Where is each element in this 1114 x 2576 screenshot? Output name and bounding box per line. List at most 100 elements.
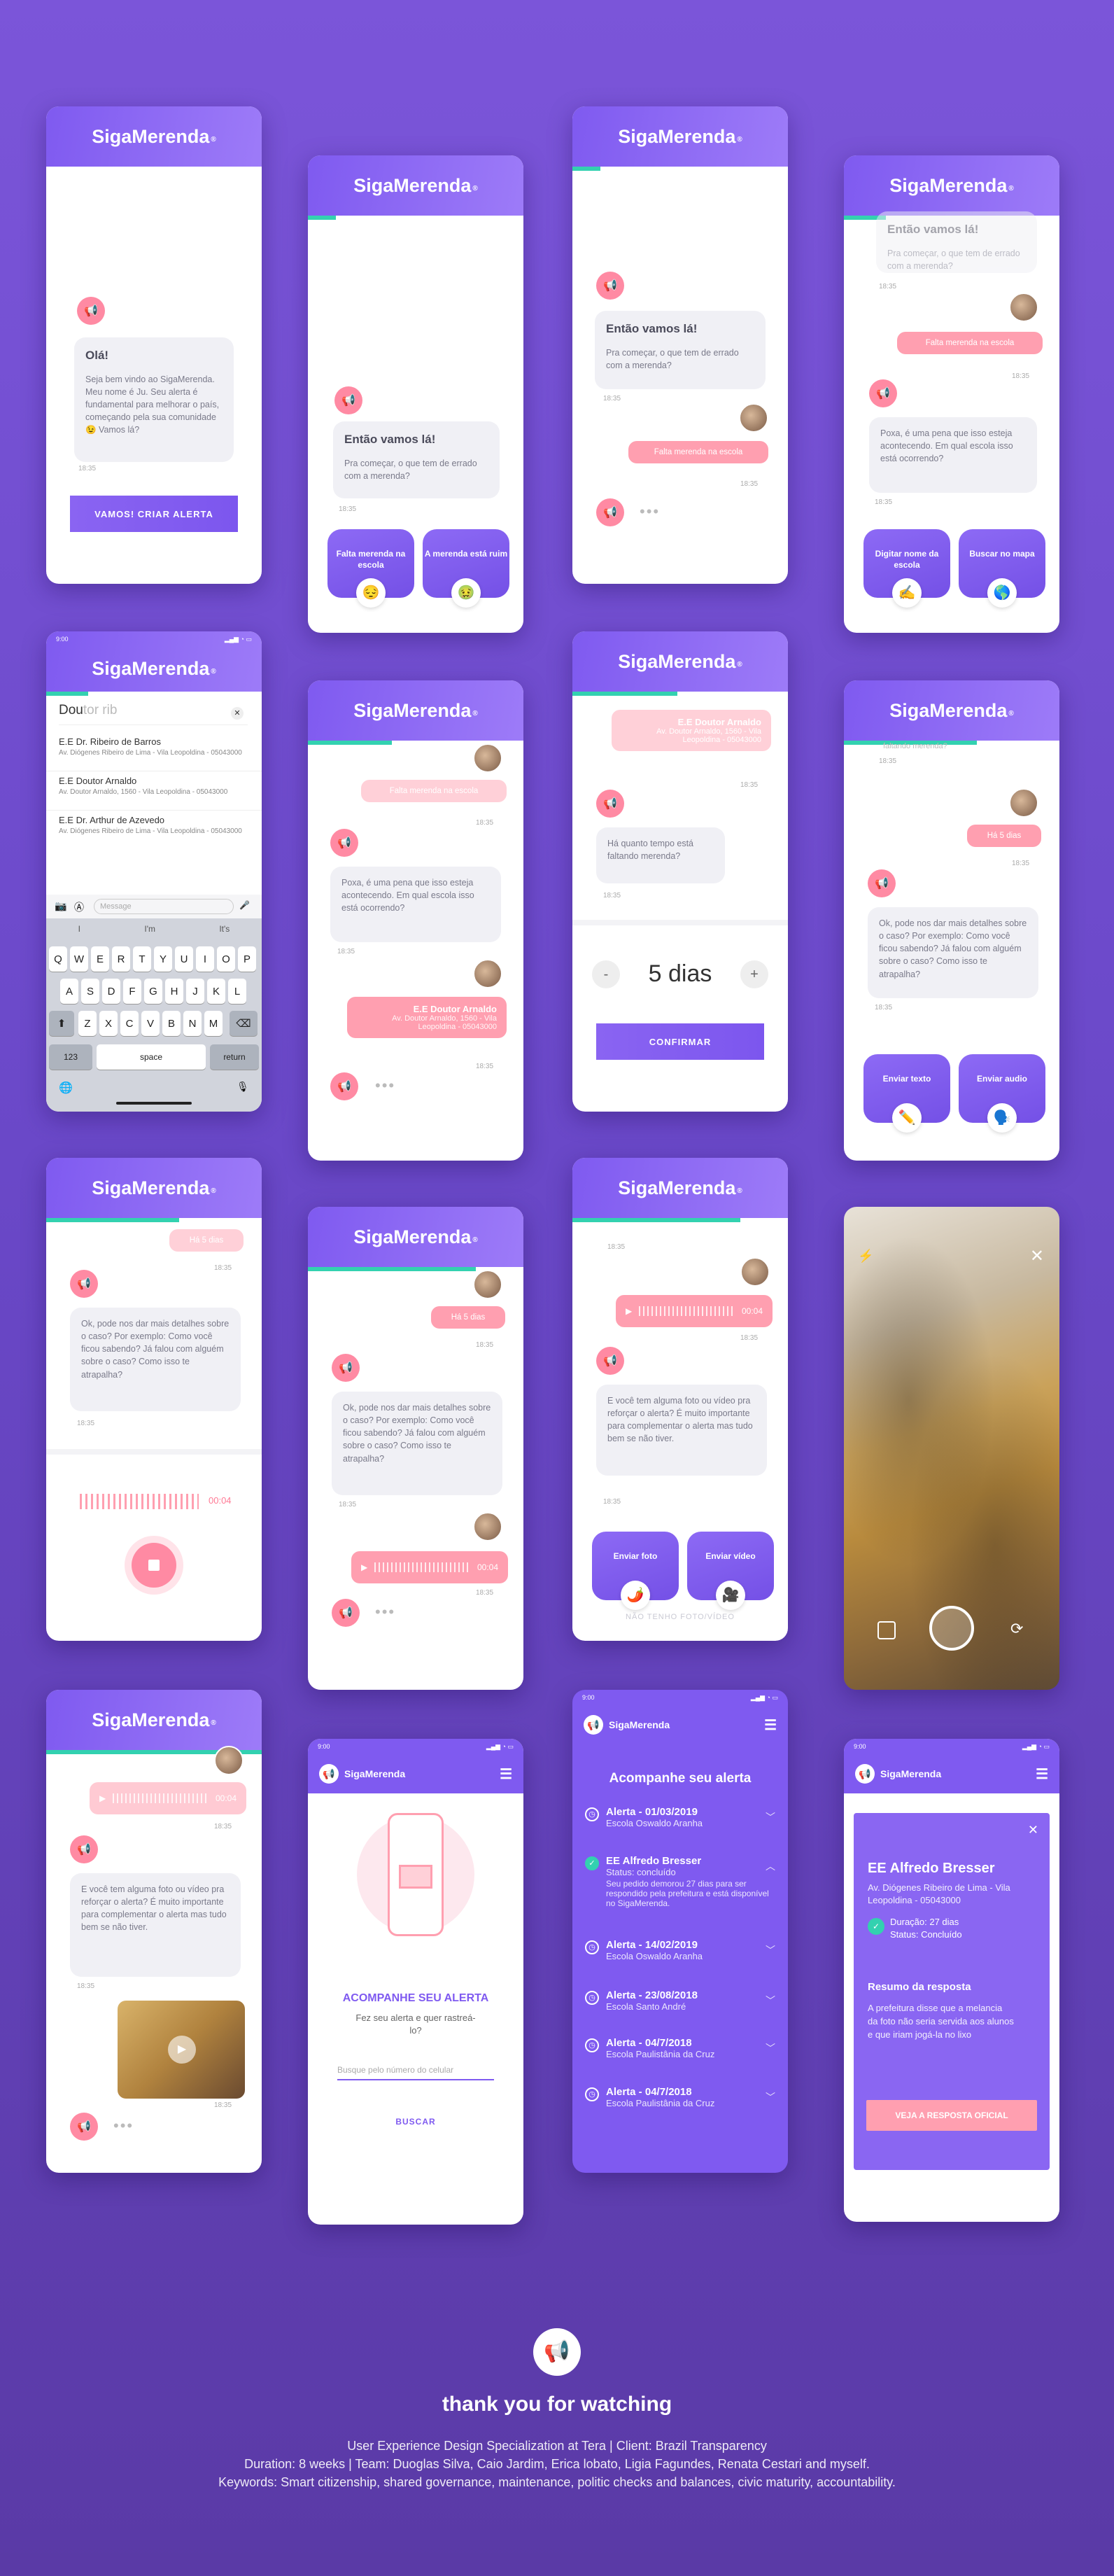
official-response-button[interactable]: VEJA A RESPOSTA OFICIAL bbox=[866, 2100, 1037, 2131]
result-item[interactable]: E.E Dr. Arthur de Azevedo Av. Diógenes Ri… bbox=[46, 811, 262, 850]
gallery-icon[interactable] bbox=[877, 1621, 896, 1639]
screen-reply-no-food: SigaMerenda ® 📢 Então vamos lá! Pra começa… bbox=[572, 106, 788, 584]
message-input[interactable]: Message bbox=[94, 899, 234, 914]
switch-camera-icon[interactable]: ⟳ bbox=[1010, 1620, 1023, 1638]
key-space[interactable]: space bbox=[97, 1044, 206, 1070]
close-icon[interactable]: ✕ bbox=[1028, 1823, 1038, 1837]
apps-icon[interactable]: Ⓐ bbox=[74, 900, 84, 914]
clear-icon[interactable]: ✕ bbox=[231, 707, 244, 720]
timestamp: 18:35 bbox=[214, 2101, 232, 2109]
key-g[interactable]: G bbox=[144, 979, 162, 1004]
audio-message[interactable]: ▶ 00:04 bbox=[90, 1782, 246, 1814]
create-alert-button[interactable]: VAMOS! CRIAR ALERTA bbox=[70, 496, 238, 532]
play-icon[interactable]: ▶ bbox=[99, 1793, 106, 1803]
key-l[interactable]: L bbox=[228, 979, 246, 1004]
key-d[interactable]: D bbox=[102, 979, 120, 1004]
decrease-button[interactable]: - bbox=[592, 960, 620, 988]
backspace-key-icon[interactable]: ⌫ bbox=[230, 1011, 258, 1036]
status-time: 9:00 bbox=[582, 1694, 595, 1701]
type-school-button[interactable]: Digitar nome da escola ✍️ bbox=[863, 529, 950, 608]
option-no-food-button[interactable]: Falta merenda na escola 😔 bbox=[327, 529, 414, 608]
key-s[interactable]: S bbox=[81, 979, 99, 1004]
key-o[interactable]: O bbox=[217, 946, 235, 972]
send-audio-button[interactable]: Enviar audio 🗣️ bbox=[959, 1054, 1045, 1133]
shift-key-icon[interactable]: ⬆ bbox=[49, 1011, 74, 1036]
globe-icon: 🌎 bbox=[987, 578, 1017, 608]
key-123[interactable]: 123 bbox=[49, 1044, 92, 1070]
chevron-down-icon[interactable]: ﹀ bbox=[766, 1943, 775, 1957]
search-button[interactable]: BUSCAR bbox=[308, 2117, 523, 2127]
key-h[interactable]: H bbox=[165, 979, 183, 1004]
key-return[interactable]: return bbox=[210, 1044, 259, 1070]
increase-button[interactable]: + bbox=[740, 960, 768, 988]
flash-icon[interactable]: ⚡ bbox=[858, 1249, 873, 1264]
bot-avatar-icon: 📢 bbox=[334, 386, 362, 414]
audio-message[interactable]: ▶ 00:04 bbox=[351, 1551, 508, 1583]
chevron-down-icon[interactable]: ﹀ bbox=[766, 2090, 775, 2104]
key-t[interactable]: T bbox=[133, 946, 151, 972]
key-e[interactable]: E bbox=[91, 946, 109, 972]
reply-bubble: Falta merenda na escola bbox=[361, 780, 507, 802]
shutter-button[interactable] bbox=[929, 1606, 974, 1651]
key-b[interactable]: B bbox=[162, 1011, 181, 1036]
alert-item[interactable]: ◷ Alerta - 01/03/2019 Escola Oswaldo Aranh… bbox=[585, 1806, 775, 1828]
alert-item[interactable]: ✓ EE Alfredo Bresser Status: concluído Seu … bbox=[585, 1855, 775, 1908]
audio-message[interactable]: ▶ 00:04 bbox=[616, 1295, 773, 1327]
alert-item[interactable]: ◷ Alerta - 04/7/2018 Escola Paulistânia da… bbox=[585, 2086, 775, 2108]
alert-item[interactable]: ◷ Alerta - 14/02/2019 Escola Oswaldo Aranh… bbox=[585, 1939, 775, 1961]
key-a[interactable]: A bbox=[60, 979, 78, 1004]
key-c[interactable]: C bbox=[120, 1011, 139, 1036]
suggestion[interactable]: I bbox=[78, 924, 80, 934]
chevron-down-icon[interactable]: ﹀ bbox=[766, 1994, 775, 2008]
chevron-down-icon[interactable]: ﹀ bbox=[766, 2041, 775, 2055]
confirm-button[interactable]: CONFIRMAR bbox=[596, 1023, 764, 1060]
summary-heading: Resumo da resposta bbox=[868, 1981, 971, 1993]
globe-icon[interactable]: 🌐 bbox=[59, 1081, 73, 1095]
phone-number-input[interactable]: Busque pelo número do celular bbox=[337, 2061, 494, 2080]
key-q[interactable]: Q bbox=[49, 946, 67, 972]
suggestion[interactable]: I'm bbox=[144, 924, 155, 934]
send-video-button[interactable]: Enviar vídeo 🎥 bbox=[687, 1532, 774, 1610]
key-r[interactable]: R bbox=[112, 946, 130, 972]
key-k[interactable]: K bbox=[207, 979, 225, 1004]
key-f[interactable]: F bbox=[123, 979, 141, 1004]
pencil-icon: ✏️ bbox=[892, 1103, 922, 1133]
key-u[interactable]: U bbox=[175, 946, 193, 972]
menu-icon[interactable]: ☰ bbox=[1036, 1765, 1048, 1783]
map-search-button[interactable]: Buscar no mapa 🌎 bbox=[959, 529, 1045, 608]
key-z[interactable]: Z bbox=[78, 1011, 97, 1036]
menu-icon[interactable]: ☰ bbox=[500, 1765, 512, 1783]
chevron-down-icon[interactable]: ﹀ bbox=[766, 1810, 775, 1824]
key-w[interactable]: W bbox=[70, 946, 88, 972]
play-icon[interactable]: ▶ bbox=[626, 1306, 632, 1316]
dictation-icon[interactable]: 🎙 bbox=[237, 1081, 249, 1093]
screen-how-long: SigaMerenda ® E.E Doutor Arnaldo Av. Douto… bbox=[572, 631, 788, 1112]
play-icon[interactable]: ▶ bbox=[361, 1562, 367, 1572]
skip-media-link[interactable]: NÃO TENHO FOTO/VÍDEO bbox=[572, 1613, 788, 1621]
close-icon[interactable]: ✕ bbox=[1030, 1246, 1044, 1266]
alert-item[interactable]: ◷ Alerta - 23/08/2018 Escola Santo André ﹀ bbox=[585, 1989, 775, 2012]
key-x[interactable]: X bbox=[99, 1011, 118, 1036]
key-v[interactable]: V bbox=[141, 1011, 160, 1036]
send-text-button[interactable]: Enviar texto ✏️ bbox=[863, 1054, 950, 1133]
key-i[interactable]: I bbox=[196, 946, 214, 972]
result-item[interactable]: E.E Doutor Arnaldo Av. Doutor Arnaldo, 15… bbox=[46, 771, 262, 811]
key-p[interactable]: P bbox=[238, 946, 256, 972]
option-bad-food-button[interactable]: A merenda está ruim 🤢 bbox=[423, 529, 509, 608]
search-input[interactable]: Doutor rib ✕ bbox=[59, 703, 248, 725]
chevron-up-icon[interactable]: ︿ bbox=[766, 1859, 775, 1873]
camera-icon[interactable]: 📷 bbox=[55, 900, 66, 912]
send-photo-button[interactable]: Enviar foto 🌶️ bbox=[592, 1532, 679, 1610]
suggestion[interactable]: It's bbox=[219, 924, 230, 934]
stop-record-button[interactable] bbox=[132, 1543, 176, 1588]
screen-camera: ⚡ ✕ ⟳ bbox=[844, 1207, 1059, 1690]
mic-icon[interactable]: 🎤 bbox=[239, 900, 250, 910]
key-j[interactable]: J bbox=[186, 979, 204, 1004]
alert-item[interactable]: ◷ Alerta - 04/7/2018 Escola Paulistânia da… bbox=[585, 2037, 775, 2059]
key-y[interactable]: Y bbox=[154, 946, 172, 972]
result-item[interactable]: E.E Dr. Ribeiro de Barros Av. Diógenes Ri… bbox=[46, 732, 262, 771]
photo-message[interactable]: ▶ bbox=[118, 2001, 245, 2099]
menu-icon[interactable]: ☰ bbox=[764, 1716, 777, 1734]
key-n[interactable]: N bbox=[183, 1011, 202, 1036]
key-m[interactable]: M bbox=[204, 1011, 223, 1036]
